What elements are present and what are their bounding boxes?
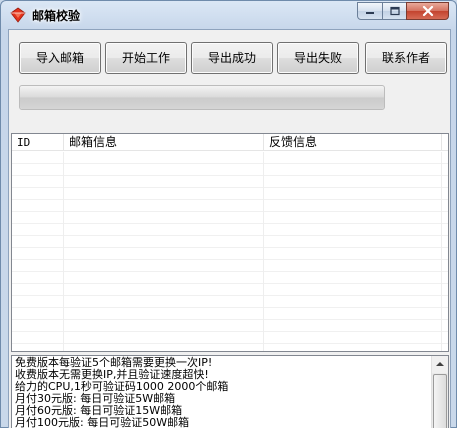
list-grid [12,152,448,351]
log-line: 月付100元版: 每日可验证50W邮箱 [15,416,190,428]
log-scrollbar[interactable] [431,356,448,428]
progress-bar-fill [20,86,384,109]
minimize-icon [366,12,374,14]
email-list-view[interactable]: ID 邮箱信息 反馈信息 [11,133,449,352]
scroll-thumb[interactable] [433,374,447,428]
close-icon [422,5,433,17]
import-emails-button[interactable]: 导入邮箱 [19,42,101,74]
chevron-up-icon [436,362,444,366]
log-lines: 免费版本每验证5个邮箱需要更换一次IP! 收费版本无需更换IP,并且验证速度超快… [15,357,427,428]
column-header-feedback-info[interactable]: 反馈信息 [264,134,442,151]
export-failure-button[interactable]: 导出失败 [277,42,359,74]
window-title: 邮箱校验 [32,9,81,23]
client-area: 导入邮箱 开始工作 导出成功 导出失败 联系作者 ID 邮箱信息 反馈信息 免费… [8,29,451,428]
title-bar[interactable]: 邮箱校验 [1,1,456,29]
column-header-id[interactable]: ID [12,134,64,151]
start-work-button[interactable]: 开始工作 [105,42,187,74]
minimize-button[interactable] [357,2,383,20]
contact-author-button[interactable]: 联系作者 [365,42,447,74]
list-header: ID 邮箱信息 反馈信息 [12,134,448,151]
maximize-icon [389,6,400,16]
progress-bar [19,85,385,110]
red-diamond-app-icon [10,7,26,23]
log-textarea[interactable]: 免费版本每验证5个邮箱需要更换一次IP! 收费版本无需更换IP,并且验证速度超快… [11,355,449,428]
scroll-up-button[interactable] [432,356,448,373]
maximize-button[interactable] [382,2,407,20]
export-success-button[interactable]: 导出成功 [191,42,273,74]
close-button[interactable] [406,2,449,20]
main-window: 邮箱校验 导入邮箱 开始工作 导出成功 导出失败 联系作者 ID 邮箱信息 反馈… [0,0,457,428]
column-header-email-info[interactable]: 邮箱信息 [64,134,264,151]
